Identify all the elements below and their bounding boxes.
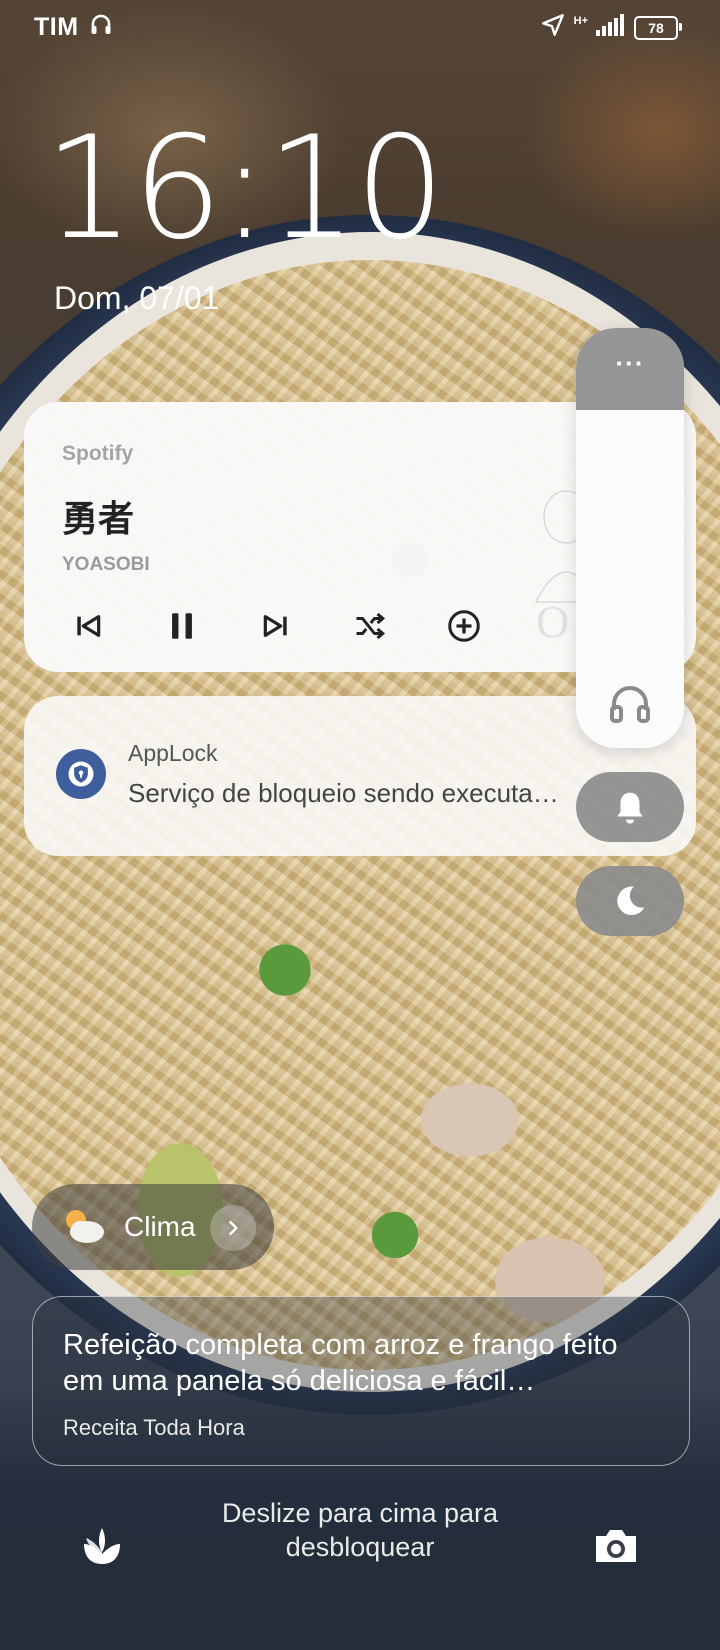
more-options-icon: ··· <box>615 348 645 378</box>
feed-title: Refeição completa com arroz e frango fei… <box>63 1329 618 1397</box>
camera-icon <box>596 1530 636 1562</box>
media-app-name: Spotify <box>62 442 134 465</box>
lockscreen-feed-card[interactable]: Refeição completa com arroz e frango fei… <box>32 1296 690 1466</box>
chevron-right-icon[interactable] <box>210 1205 256 1251</box>
next-icon <box>263 615 287 637</box>
feed-source: Receita Toda Hora <box>63 1415 245 1440</box>
media-controls <box>66 604 486 648</box>
bell-icon <box>617 792 643 824</box>
weather-label: Clima <box>124 1211 196 1242</box>
headphone-icon <box>606 680 654 733</box>
volume-slider-panel[interactable]: ··· <box>576 328 684 748</box>
add-to-library-button[interactable] <box>442 604 486 648</box>
signal-icon <box>596 14 626 41</box>
battery-icon: 78 <box>634 15 682 40</box>
moon-icon <box>617 886 645 916</box>
location-icon <box>540 12 566 43</box>
lockscreen-date: Dom, 07/01 <box>54 280 220 316</box>
leaf-icon <box>84 1528 120 1564</box>
artist-name: YOASOBI <box>62 554 150 575</box>
network-type: H+ <box>573 15 588 27</box>
carrier-label: TIM <box>34 13 79 41</box>
do-not-disturb-button[interactable] <box>576 866 684 936</box>
volume-more-button[interactable]: ··· <box>576 328 684 410</box>
weather-widget[interactable]: Clima <box>32 1184 274 1270</box>
song-title: 勇者 <box>62 499 135 540</box>
applock-shield-icon <box>56 749 106 799</box>
next-button[interactable] <box>254 604 298 648</box>
applock-app-name: AppLock <box>128 740 218 766</box>
previous-icon <box>77 615 101 637</box>
pause-button[interactable] <box>160 604 204 648</box>
headphone-status-icon <box>90 13 112 42</box>
battery-level: 78 <box>648 19 664 36</box>
partly-cloudy-icon <box>60 1206 108 1251</box>
status-bar: TIM H+ 78 <box>0 0 720 56</box>
shuffle-icon <box>356 612 386 640</box>
camera-button[interactable] <box>590 1522 642 1575</box>
shuffle-button[interactable] <box>348 604 392 648</box>
lockscreen-clock: 16:10 <box>44 106 445 271</box>
applock-message: Serviço de bloqueio sendo executa… <box>128 778 559 808</box>
previous-button[interactable] <box>66 604 110 648</box>
pause-icon <box>172 613 192 639</box>
ring-mode-button[interactable] <box>576 772 684 842</box>
add-icon <box>448 610 480 642</box>
lockscreen-shortcut-button[interactable] <box>78 1522 126 1575</box>
